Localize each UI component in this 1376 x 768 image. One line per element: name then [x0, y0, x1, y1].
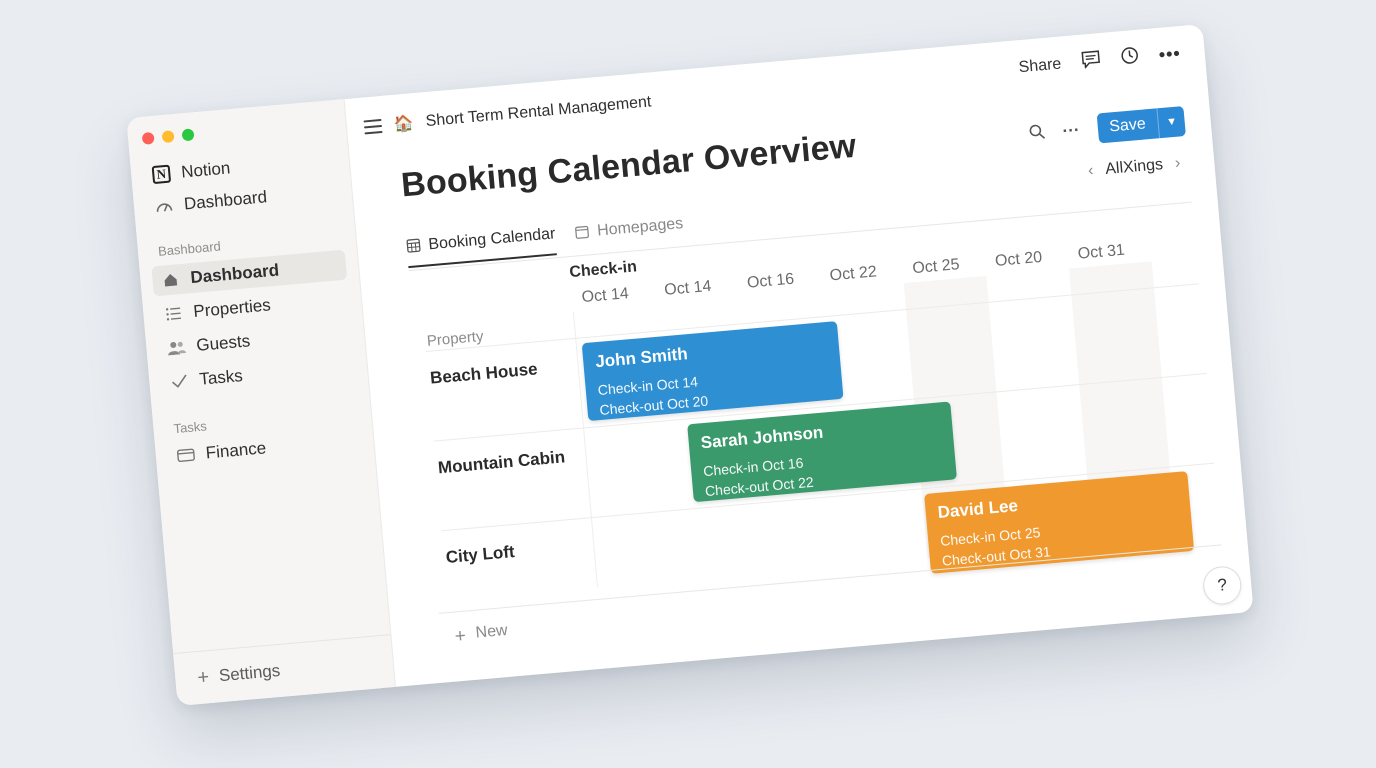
sidebar-item-label: Dashboard [183, 187, 268, 214]
minimize-window-button[interactable] [161, 130, 175, 144]
property-mountain-cabin[interactable]: Mountain Cabin [437, 447, 566, 478]
breadcrumb: 🏠 Short Term Rental Management [363, 92, 652, 137]
chevron-right-icon[interactable]: › [1174, 155, 1181, 173]
people-icon [166, 337, 188, 359]
topbar-actions: Share ••• [1018, 42, 1182, 79]
sidebar-item-label: Properties [192, 295, 272, 322]
sidebar-section-label: Bashboard [157, 238, 222, 259]
plus-icon: + [196, 665, 210, 689]
plus-icon: + [453, 625, 467, 648]
date-header: Oct 20 [994, 248, 1043, 270]
new-label: New [474, 621, 509, 642]
settings-label: Settings [218, 660, 282, 686]
save-button[interactable]: Save ▼ [1096, 106, 1186, 144]
menu-icon[interactable] [363, 118, 383, 135]
tab-label: Booking Calendar [427, 225, 556, 254]
more-icon[interactable]: ••• [1158, 43, 1182, 66]
check-icon [169, 371, 191, 393]
app-window: N Notion Dashboard Bashboard Dashboard P… [126, 24, 1254, 706]
house-emoji-icon: 🏠 [393, 115, 415, 134]
date-header: Oct 16 [746, 270, 795, 292]
axis-label: Check-in [568, 258, 638, 282]
date-header: Oct 25 [911, 256, 961, 278]
booking-card[interactable]: Sarah Johnson Check-in Oct 16 Check-out … [687, 401, 957, 503]
sidebar-item-label: Guests [195, 331, 251, 355]
date-header: Oct 22 [829, 263, 878, 285]
share-button[interactable]: Share [1018, 55, 1062, 77]
date-header: Oct 31 [1077, 241, 1126, 263]
clock-icon[interactable] [1120, 46, 1140, 70]
calendar-icon [575, 224, 590, 242]
page-title: Booking Calendar Overview [399, 126, 858, 205]
chevron-down-icon[interactable]: ▼ [1157, 106, 1186, 138]
sidebar-item-label: Tasks [198, 366, 244, 389]
list-icon [163, 303, 185, 325]
more-options-icon[interactable]: ··· [1062, 120, 1081, 141]
help-button[interactable]: ? [1201, 564, 1243, 607]
gauge-icon [153, 195, 175, 217]
maximize-window-button[interactable] [181, 128, 195, 142]
calendar-navigation: ‹ AllXings › [1087, 155, 1181, 181]
booking-card[interactable]: John Smith Check-in Oct 14 Check-out Oct… [581, 321, 844, 422]
calendar-grid: John Smith Check-in Oct 14 Check-out Oct… [425, 246, 1254, 587]
tab-label: Homepages [596, 215, 684, 240]
screen: N Notion Dashboard Bashboard Dashboard P… [0, 0, 1376, 768]
workspace-name: Notion [180, 158, 232, 182]
search-icon[interactable] [1028, 123, 1046, 145]
chevron-left-icon[interactable]: ‹ [1087, 162, 1094, 180]
sidebar-item-label: Finance [205, 438, 267, 463]
booking-calendar: Check-in Oct 14 Oct 14 Oct 16 Oct 22 Oct… [409, 204, 1254, 601]
window-controls [141, 128, 195, 145]
property-city-loft[interactable]: City Loft [445, 542, 515, 568]
main-content: 🏠 Short Term Rental Management Share •••… [344, 24, 1254, 687]
weekend-column [1234, 246, 1254, 530]
home-icon [160, 269, 182, 291]
save-label: Save [1096, 108, 1161, 144]
close-window-button[interactable] [141, 131, 155, 145]
notion-logo-icon: N [151, 164, 173, 186]
property-beach-house[interactable]: Beach House [429, 359, 538, 388]
settings-button[interactable]: + Settings [173, 634, 395, 706]
card-icon [175, 444, 197, 466]
view-toolbar: ··· Save ▼ [1027, 106, 1186, 150]
comment-icon[interactable] [1080, 49, 1102, 74]
listings-filter[interactable]: AllXings [1105, 156, 1164, 179]
date-header: Oct 14 [663, 277, 713, 299]
sidebar-item-label: Dashboard [189, 260, 280, 288]
breadcrumb-page[interactable]: Short Term Rental Management [425, 93, 652, 131]
calendar-grid-icon [406, 238, 421, 256]
sidebar-section-label: Tasks [172, 418, 208, 437]
date-header: Oct 14 [580, 285, 630, 307]
